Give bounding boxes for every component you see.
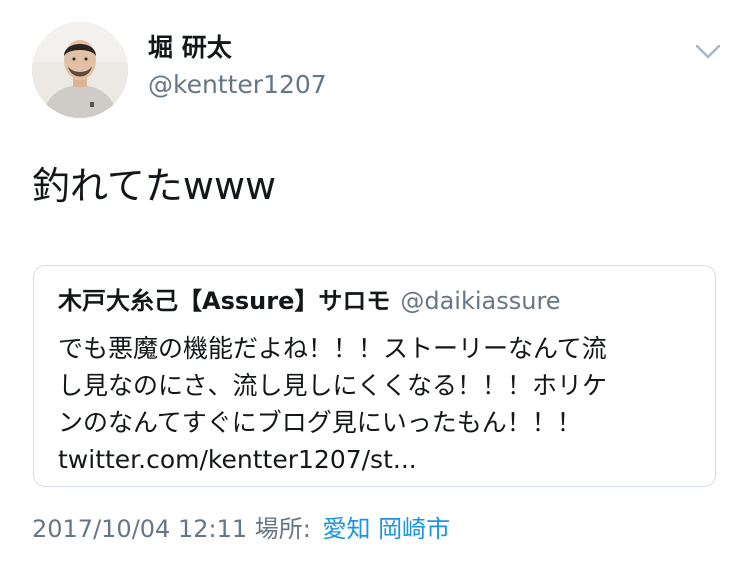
quoted-tweet-text: でも悪魔の機能だよね！！！ストーリーなんて流 し見なのにさ、流し見しにくくなる！… [58,330,698,478]
author-display-name[interactable]: 堀 研太 [148,33,232,63]
tweet: 堀 研太 @kentter1207 釣れてたwww 木戸大糸己【Assure】サ… [0,0,750,561]
avatar[interactable] [32,22,128,118]
location-label: 場所: [254,515,311,543]
quoted-text-line: でも悪魔の機能だよね！！！ストーリーなんて流 [58,334,607,363]
location-link[interactable]: 愛知 岡崎市 [323,515,451,543]
tweet-text: 釣れてたwww [32,164,277,208]
quoted-tweet-header: 木戸大糸己【Assure】サロモ @daikiassure [58,286,561,316]
quoted-tweet-card[interactable]: 木戸大糸己【Assure】サロモ @daikiassure でも悪魔の機能だよね！… [33,265,716,487]
quoted-handle: @daikiassure [400,287,561,315]
chevron-down-icon[interactable] [694,40,722,62]
profile-photo [32,22,128,118]
author-handle[interactable]: @kentter1207 [148,70,327,100]
timestamp[interactable]: 2017/10/04 12:11 [32,515,247,543]
quoted-display-name: 木戸大糸己【Assure】サロモ [58,287,391,315]
quoted-text-link[interactable]: twitter.com/kentter1207/st... [58,441,698,478]
quoted-text-line: ンのなんてすぐにブログ見にいったもん！！！ [58,408,582,437]
quoted-text-line: し見なのにさ、流し見しにくくなる！！！ホリケ [58,371,608,400]
tweet-meta: 2017/10/04 12:11 場所: 愛知 岡崎市 [32,514,450,544]
